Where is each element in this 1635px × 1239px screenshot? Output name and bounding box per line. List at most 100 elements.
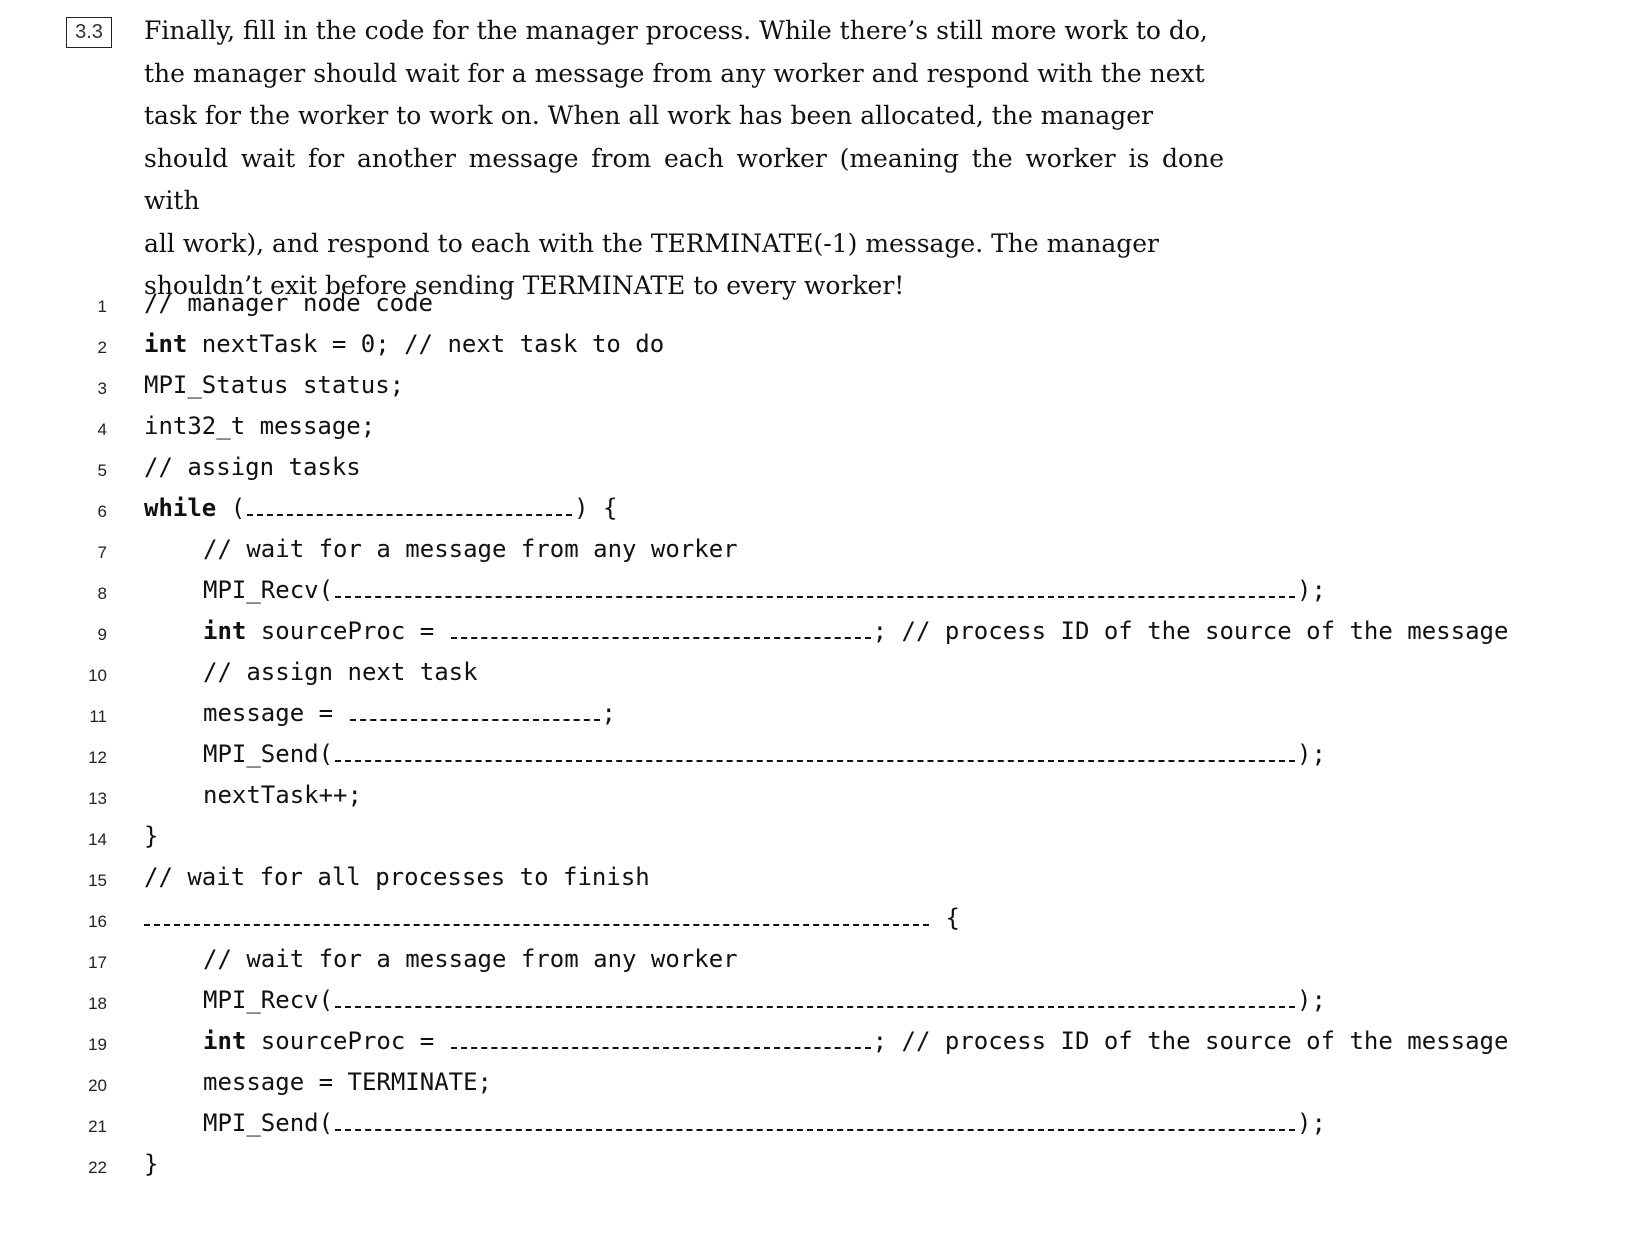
code-fragment: MPI_Recv( bbox=[203, 576, 334, 604]
line-number: 13 bbox=[88, 789, 107, 808]
line-number: 11 bbox=[89, 707, 107, 726]
code-line: 18 MPI_Recv(); bbox=[0, 982, 1635, 1024]
prompt-line: task for the worker to work on. When all… bbox=[144, 101, 1154, 130]
code-line: 2 int nextTask = 0; // next task to do bbox=[0, 326, 1635, 368]
code-text: int nextTask = 0; // next task to do bbox=[144, 330, 664, 358]
code-fragment: ); bbox=[1297, 986, 1326, 1014]
code-line: 9 int sourceProc = ; // process ID of th… bbox=[0, 613, 1635, 655]
code-line: 22 } bbox=[0, 1146, 1635, 1188]
code-text: message = ; bbox=[203, 699, 616, 727]
code-line: 14 } bbox=[0, 818, 1635, 860]
code-fragment: MPI_Send( bbox=[203, 740, 334, 768]
code-line: 21 MPI_Send(); bbox=[0, 1105, 1635, 1147]
line-number: 1 bbox=[97, 297, 107, 316]
code-text: while ( ) { bbox=[144, 494, 618, 522]
line-number: 14 bbox=[88, 830, 107, 849]
code-fragment: sourceProc = bbox=[246, 1027, 449, 1055]
line-number: 12 bbox=[88, 748, 107, 767]
code-fragment: { bbox=[931, 904, 960, 932]
line-number: 3 bbox=[97, 379, 107, 398]
code-line: 10 // assign next task bbox=[0, 654, 1635, 696]
code-text: int32_t message; bbox=[144, 412, 376, 440]
prompt-line: the manager should wait for a message fr… bbox=[144, 58, 1205, 88]
code-fragment: ; bbox=[601, 699, 616, 727]
line-number: 4 bbox=[97, 420, 107, 439]
fill-in-blank[interactable] bbox=[335, 1109, 1296, 1131]
line-number: 20 bbox=[88, 1076, 107, 1095]
code-fragment: nextTask = 0; // next task to do bbox=[187, 330, 665, 358]
line-number: 19 bbox=[88, 1035, 107, 1054]
code-fragment: ) { bbox=[574, 494, 618, 522]
keyword: int bbox=[203, 617, 247, 645]
code-line: 4 int32_t message; bbox=[0, 408, 1635, 450]
code-fragment: ; // process ID of the source of the mes… bbox=[872, 1027, 1509, 1055]
code-text: // assign tasks bbox=[144, 453, 361, 481]
line-number: 5 bbox=[97, 461, 107, 480]
code-text: message = TERMINATE; bbox=[203, 1068, 492, 1096]
code-text: int sourceProc = ; // process ID of the … bbox=[203, 1027, 1508, 1055]
line-number: 16 bbox=[88, 912, 107, 931]
line-number: 17 bbox=[88, 953, 107, 972]
code-line: 6 while ( ) { bbox=[0, 490, 1635, 532]
line-number: 21 bbox=[88, 1117, 107, 1136]
fill-in-blank[interactable] bbox=[450, 617, 871, 639]
code-line: 13 nextTask++; bbox=[0, 777, 1635, 819]
code-text: } bbox=[144, 1150, 159, 1178]
line-number: 22 bbox=[88, 1158, 107, 1177]
code-fragment: ); bbox=[1297, 1109, 1326, 1137]
line-number: 18 bbox=[88, 994, 107, 1013]
question-prompt: Finally, fill in the code for the manage… bbox=[144, 10, 1224, 308]
code-fragment: ); bbox=[1297, 740, 1326, 768]
code-line: 1 // manager node code bbox=[0, 285, 1635, 327]
line-number: 8 bbox=[97, 584, 107, 603]
keyword: int bbox=[203, 1027, 247, 1055]
fill-in-blank[interactable] bbox=[349, 699, 600, 721]
code-text: } bbox=[144, 822, 159, 850]
code-text: MPI_Recv(); bbox=[203, 986, 1326, 1014]
code-fragment: ; // process ID of the source of the mes… bbox=[872, 617, 1509, 645]
code-fragment: message = bbox=[203, 699, 348, 727]
code-fragment: ); bbox=[1297, 576, 1326, 604]
line-number: 9 bbox=[97, 625, 107, 644]
code-line: 5 // assign tasks bbox=[0, 449, 1635, 491]
code-line: 3 MPI_Status status; bbox=[0, 367, 1635, 409]
prompt-line: should wait for another message from eac… bbox=[144, 143, 1224, 216]
line-number: 7 bbox=[97, 543, 107, 562]
code-text: int sourceProc = ; // process ID of the … bbox=[203, 617, 1508, 645]
code-line: 16 { bbox=[0, 900, 1635, 942]
code-text: // wait for all processes to finish bbox=[144, 863, 650, 891]
code-fragment: MPI_Recv( bbox=[203, 986, 334, 1014]
code-text: MPI_Send(); bbox=[203, 1109, 1326, 1137]
code-text: MPI_Send(); bbox=[203, 740, 1326, 768]
fill-in-blank[interactable] bbox=[144, 904, 929, 926]
code-text: nextTask++; bbox=[203, 781, 362, 809]
code-fragment: sourceProc = bbox=[246, 617, 449, 645]
question-number-box: 3.3 bbox=[66, 17, 112, 48]
code-line: 15 // wait for all processes to finish bbox=[0, 859, 1635, 901]
code-line: 7 // wait for a message from any worker bbox=[0, 531, 1635, 573]
fill-in-blank[interactable] bbox=[450, 1027, 871, 1049]
line-number: 10 bbox=[88, 666, 107, 685]
code-text: // manager node code bbox=[144, 289, 433, 317]
fill-in-blank[interactable] bbox=[335, 740, 1296, 762]
code-line: 17 // wait for a message from any worker bbox=[0, 941, 1635, 983]
fill-in-blank[interactable] bbox=[247, 494, 573, 516]
code-text: MPI_Recv(); bbox=[203, 576, 1326, 604]
code-line: 12 MPI_Send(); bbox=[0, 736, 1635, 778]
code-text: // assign next task bbox=[203, 658, 478, 686]
code-fragment: ( bbox=[216, 494, 246, 522]
keyword: int bbox=[144, 330, 188, 358]
fill-in-blank[interactable] bbox=[335, 576, 1296, 598]
code-line: 11 message = ; bbox=[0, 695, 1635, 737]
code-text: MPI_Status status; bbox=[144, 371, 405, 399]
prompt-line: Finally, fill in the code for the manage… bbox=[144, 16, 1208, 45]
code-text: // wait for a message from any worker bbox=[203, 535, 738, 563]
code-text: // wait for a message from any worker bbox=[203, 945, 738, 973]
code-line: 20 message = TERMINATE; bbox=[0, 1064, 1635, 1106]
code-fragment: MPI_Send( bbox=[203, 1109, 334, 1137]
line-number: 6 bbox=[97, 502, 107, 521]
line-number: 2 bbox=[97, 338, 107, 357]
keyword: while bbox=[144, 494, 217, 522]
fill-in-blank[interactable] bbox=[335, 986, 1296, 1008]
code-line: 8 MPI_Recv(); bbox=[0, 572, 1635, 614]
